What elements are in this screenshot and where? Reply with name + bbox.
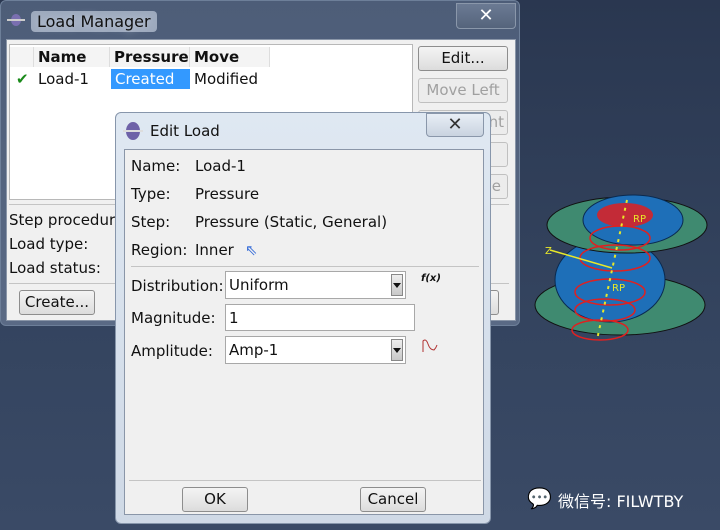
step-value: Pressure (Static, General) <box>195 213 388 231</box>
divider <box>131 266 479 267</box>
create-button[interactable]: Create... <box>19 290 95 315</box>
table-cell-pressure[interactable]: Created <box>111 69 190 89</box>
move-left-button[interactable]: Move Left <box>418 78 508 103</box>
name-value: Load-1 <box>195 157 246 175</box>
region-label: Region: <box>131 241 188 259</box>
type-label: Type: <box>131 185 171 203</box>
amplitude-value: Amp-1 <box>229 341 279 359</box>
distribution-value: Uniform <box>229 276 289 294</box>
check-icon: ✔ <box>16 70 29 88</box>
abaqus-icon <box>7 13 25 27</box>
column-header-name[interactable]: Name <box>34 47 110 67</box>
distribution-select[interactable]: Uniform <box>225 271 406 299</box>
rp-label: RP <box>612 283 625 294</box>
abaqus-icon <box>123 121 143 145</box>
column-header-move[interactable]: Move <box>190 47 270 67</box>
wechat-icon: 💬 <box>527 486 552 510</box>
region-value: Inner <box>195 241 234 259</box>
table-cell-name[interactable]: Load-1 <box>34 69 110 89</box>
name-label: Name: <box>131 157 181 175</box>
fx-button[interactable]: f(x) <box>421 273 441 284</box>
select-region-cursor-icon[interactable]: ⇖ <box>245 241 258 259</box>
window-title: Load Manager <box>31 11 157 32</box>
chevron-down-icon <box>391 274 403 296</box>
magnitude-label: Magnitude: <box>131 309 216 327</box>
edit-load-dialog: Edit Load ✕ Name: Load-1 Type: Pressure … <box>115 112 491 524</box>
amplitude-label: Amplitude: <box>131 342 213 360</box>
distribution-label: Distribution: <box>131 277 224 295</box>
load-type-label: Load type: <box>9 235 89 253</box>
close-button[interactable]: ✕ <box>426 113 484 137</box>
amplitude-select[interactable]: Amp-1 <box>225 336 406 364</box>
dialog-title: Edit Load <box>150 122 220 140</box>
amplitude-curve-icon[interactable] <box>421 338 439 354</box>
close-button[interactable]: ✕ <box>456 3 516 29</box>
column-header-pressure[interactable]: Pressure <box>110 47 190 67</box>
step-procedure-label: Step procedur <box>9 211 116 229</box>
edit-load-panel: Name: Load-1 Type: Pressure Step: Pressu… <box>124 149 484 515</box>
magnitude-input[interactable]: 1 <box>225 304 415 331</box>
table-cell-move[interactable]: Modified <box>190 69 270 89</box>
cancel-button[interactable]: Cancel <box>360 487 426 512</box>
model-viewport[interactable]: RP RP Z <box>515 180 720 360</box>
edit-button[interactable]: Edit... <box>418 46 508 71</box>
divider <box>129 480 481 481</box>
axis-label: Z <box>545 246 552 257</box>
ok-button[interactable]: OK <box>182 487 248 512</box>
chevron-down-icon <box>391 339 403 361</box>
load-status-label: Load status: <box>9 259 101 277</box>
type-value: Pressure <box>195 185 260 203</box>
watermark: 微信号: FILWTBY <box>558 492 684 511</box>
rp-label: RP <box>633 214 646 225</box>
step-label: Step: <box>131 213 171 231</box>
